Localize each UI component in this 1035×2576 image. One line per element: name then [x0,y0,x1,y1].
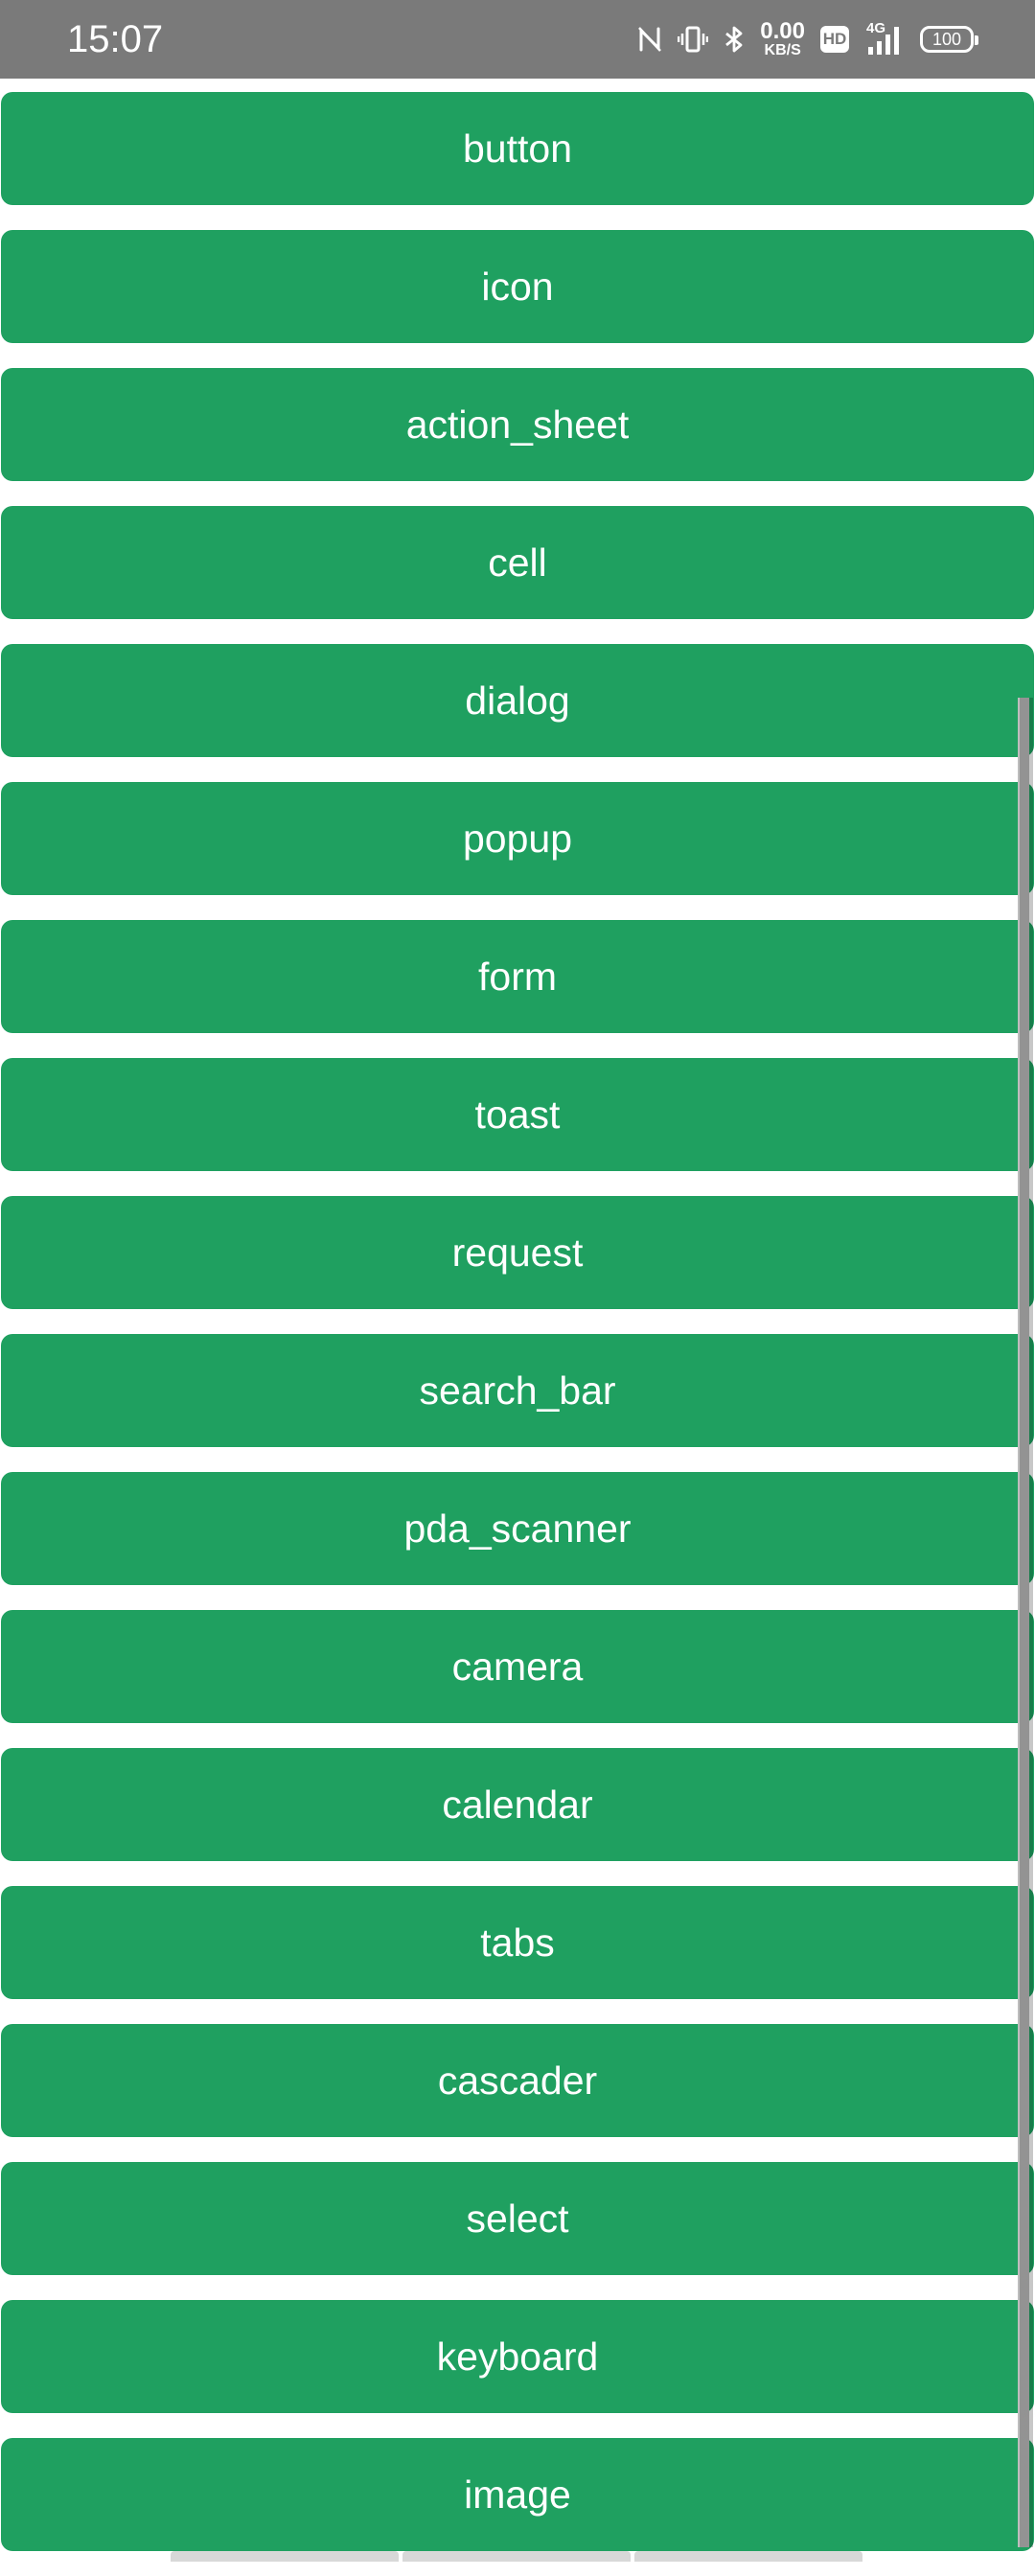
menu-button-keyboard[interactable]: keyboard [1,2300,1034,2413]
bluetooth-icon [724,25,745,54]
menu-button-tabs[interactable]: tabs [1,1886,1034,1999]
menu-button-button[interactable]: button [1,92,1034,205]
menu-button-calendar[interactable]: calendar [1,1748,1034,1861]
menu-button-action-sheet[interactable]: action_sheet [1,368,1034,481]
menu-button-pda-scanner[interactable]: pda_scanner [1,1472,1034,1585]
network-type-label: 4G [866,20,886,36]
menu-button-toast[interactable]: toast [1,1058,1034,1171]
network-speed-value: 0.00 [760,18,805,44]
menu-button-cell[interactable]: cell [1,506,1034,619]
component-menu-list: button icon action_sheetcell dialog popup for… [0,92,1035,2576]
scrollbar-track[interactable] [1018,698,1029,2547]
bottom-tab [402,2551,631,2562]
nfc-icon [637,25,662,54]
battery-icon: 100 [920,26,978,53]
bottom-tab [634,2551,862,2562]
signal-icon: 4G [864,20,905,55]
network-speed: 0.00 KB/S [760,20,805,58]
menu-button-request[interactable]: request [1,1196,1034,1309]
menu-button-form[interactable]: form [1,920,1034,1033]
hd-icon: HD [820,26,849,53]
status-time: 15:07 [67,18,164,60]
menu-button-icon[interactable]: icon [1,230,1034,343]
menu-button-image[interactable]: image [1,2438,1034,2551]
menu-button-select[interactable]: select [1,2162,1034,2275]
menu-button-search-bar[interactable]: search_bar [1,1334,1034,1447]
menu-button-popup[interactable]: popup [1,782,1034,895]
network-speed-unit: KB/S [764,42,801,58]
status-bar: 15:07 0.00 KB/S HD 4G 100 [0,0,1035,79]
bottom-edge-tabs [171,2551,862,2562]
menu-button-camera[interactable]: camera [1,1610,1034,1723]
vibrate-icon [678,25,709,54]
bottom-tab [171,2551,399,2562]
status-icons: 0.00 KB/S HD 4G 100 [637,17,978,61]
battery-level: 100 [932,29,962,49]
menu-button-dialog[interactable]: dialog [1,644,1034,757]
menu-button-cascader[interactable]: cascader [1,2024,1034,2137]
